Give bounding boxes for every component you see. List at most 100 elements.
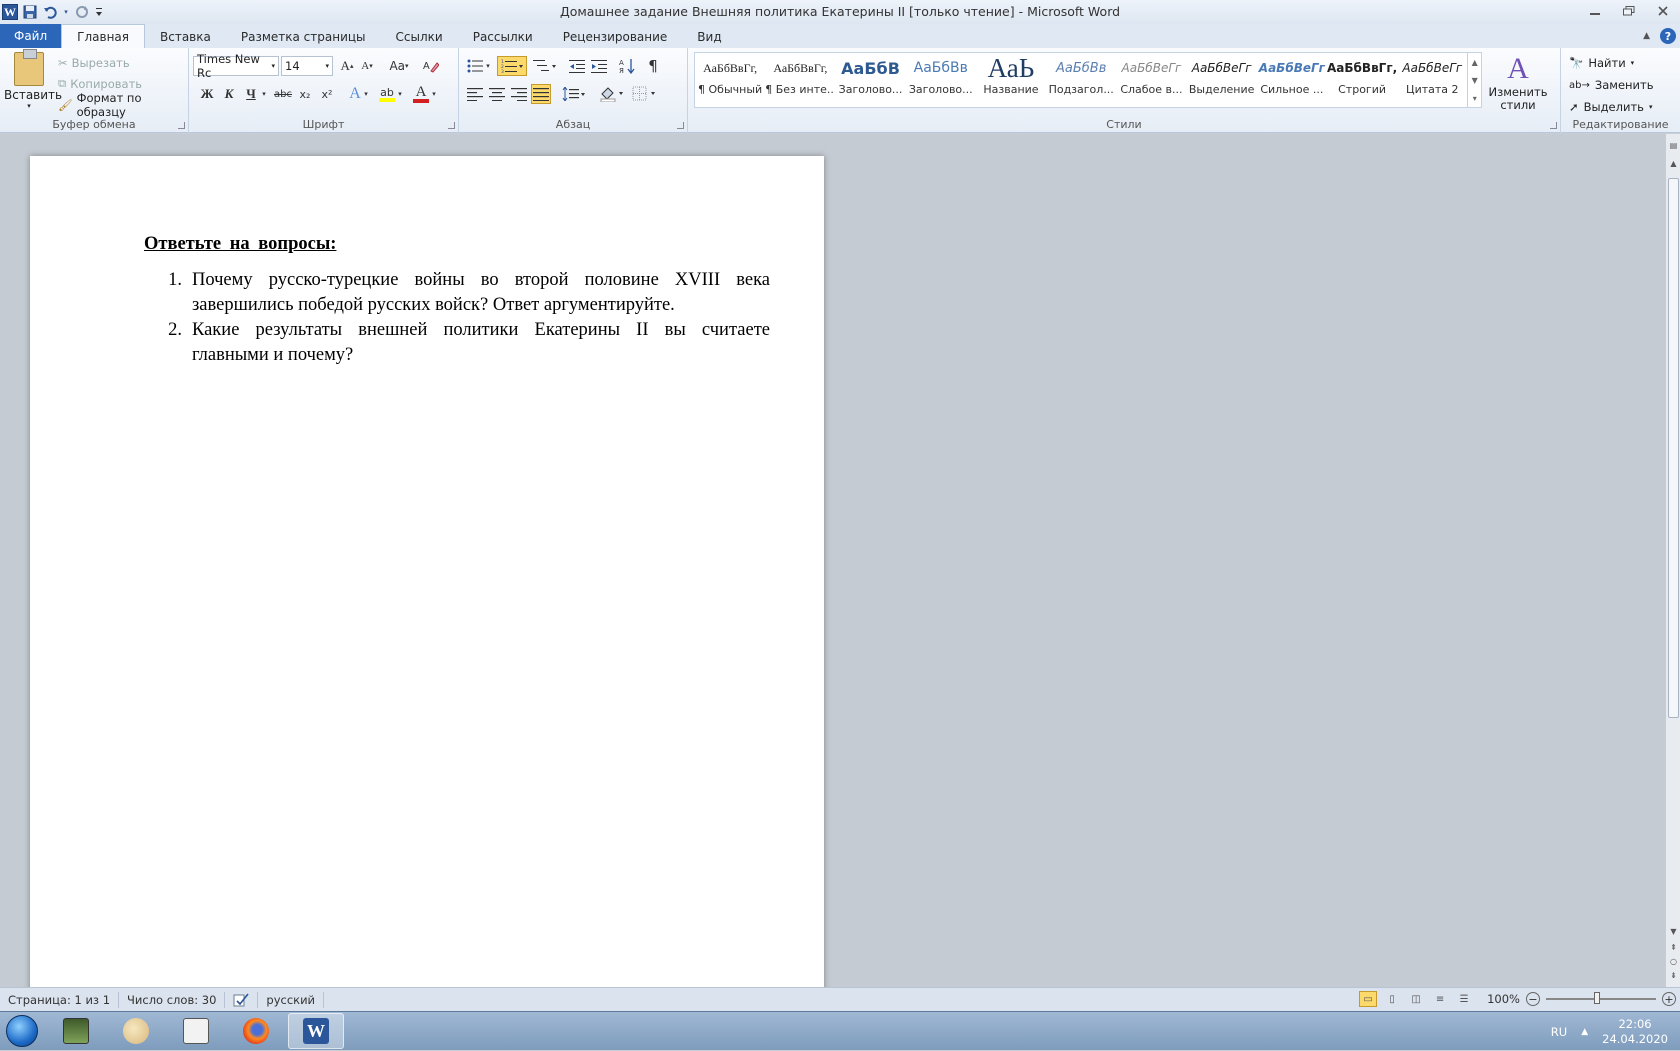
font-launcher-icon[interactable] bbox=[448, 122, 455, 129]
justify-icon[interactable] bbox=[531, 84, 551, 104]
line-spacing-icon[interactable] bbox=[561, 84, 587, 104]
strikethrough-button[interactable]: abc bbox=[273, 84, 293, 104]
bullets-dropdown-icon[interactable]: ▾ bbox=[483, 56, 493, 76]
save-icon[interactable] bbox=[22, 4, 38, 20]
browse-object-icon[interactable]: ○ bbox=[1666, 954, 1680, 968]
shrink-font-button[interactable]: A ▾ bbox=[357, 56, 377, 76]
highlight-dropdown-icon[interactable]: ▾ bbox=[395, 84, 405, 104]
document-page[interactable]: Ответьте на вопросы: 1. Почему русско-тур… bbox=[30, 156, 824, 987]
clear-formatting-icon[interactable]: A bbox=[421, 56, 441, 76]
word-logo-icon[interactable]: W bbox=[2, 4, 18, 20]
subscript-button[interactable]: x₂ bbox=[295, 84, 315, 104]
proofing-icon[interactable] bbox=[225, 991, 259, 1008]
minimize-icon[interactable] bbox=[1578, 0, 1612, 22]
vertical-scrollbar[interactable]: ▤ ▲ ▼ ⇞ ○ ⇟ bbox=[1665, 134, 1680, 987]
redo-icon[interactable] bbox=[74, 4, 90, 20]
clipboard-launcher-icon[interactable] bbox=[178, 122, 185, 129]
styles-scroll[interactable]: ▲ ▼ ▾ bbox=[1467, 53, 1481, 107]
font-size-select[interactable]: 14 ▾ bbox=[281, 56, 333, 76]
tab-view[interactable]: Вид bbox=[682, 25, 736, 48]
style-strong[interactable]: АаБбВвГг, Строгий bbox=[1327, 53, 1397, 107]
draft-icon[interactable]: ☰ bbox=[1455, 991, 1473, 1007]
next-page-icon[interactable]: ⇟ bbox=[1666, 968, 1680, 982]
scroll-up-icon[interactable]: ▲ bbox=[1666, 156, 1680, 170]
tab-file[interactable]: Файл bbox=[0, 24, 62, 48]
undo-dropdown-icon[interactable]: ▾ bbox=[62, 4, 70, 20]
style-subtitle[interactable]: АаБбВв Подзагол... bbox=[1046, 53, 1116, 107]
style-quote-2[interactable]: АаБбВеГг Цитата 2 bbox=[1397, 53, 1467, 107]
language-switcher[interactable]: RU bbox=[1551, 1025, 1567, 1039]
format-painter-button[interactable]: 🖌 Формат по образцу bbox=[58, 91, 188, 119]
find-button[interactable]: 🔭 Найти ▾ bbox=[1569, 52, 1654, 74]
style-heading-2[interactable]: АаБбВв Заголово... bbox=[906, 53, 976, 107]
select-button[interactable]: ➚ Выделить ▾ bbox=[1569, 96, 1654, 118]
font-name-select[interactable]: Times New Rc ▾ bbox=[193, 52, 279, 80]
paragraph-launcher-icon[interactable] bbox=[677, 122, 684, 129]
tab-insert[interactable]: Вставка bbox=[145, 25, 226, 48]
font-color-button[interactable]: A bbox=[411, 84, 431, 104]
help-icon[interactable]: ? bbox=[1660, 28, 1676, 44]
ruler-toggle-icon[interactable]: ▤ bbox=[1666, 138, 1680, 152]
chevron-down-icon[interactable]: ▼ bbox=[1472, 76, 1478, 85]
borders-icon[interactable] bbox=[631, 84, 657, 104]
font-color-dropdown-icon[interactable]: ▾ bbox=[429, 84, 439, 104]
bold-button[interactable]: Ж bbox=[197, 84, 217, 104]
zoom-slider-thumb[interactable] bbox=[1594, 992, 1600, 1004]
customize-toolbar-icon[interactable] bbox=[94, 4, 104, 20]
more-styles-icon[interactable]: ▾ bbox=[1473, 94, 1477, 103]
style-emphasis[interactable]: АаБбВеГг Выделение bbox=[1187, 53, 1257, 107]
zoom-out-button[interactable]: − bbox=[1526, 992, 1540, 1006]
bullets-icon[interactable] bbox=[465, 56, 485, 76]
underline-button[interactable]: Ч bbox=[241, 84, 261, 104]
numbering-button[interactable]: 123 bbox=[497, 56, 527, 76]
zoom-in-button[interactable]: + bbox=[1662, 992, 1676, 1006]
close-icon[interactable] bbox=[1646, 0, 1680, 22]
tab-references[interactable]: Ссылки bbox=[381, 25, 458, 48]
show-formatting-button[interactable]: ¶ bbox=[643, 56, 663, 76]
minimize-ribbon-icon[interactable]: ▲ bbox=[1643, 31, 1650, 41]
firefox-app-icon[interactable] bbox=[228, 1013, 284, 1049]
web-layout-icon[interactable]: ◫ bbox=[1407, 991, 1425, 1007]
tab-mailings[interactable]: Рассылки bbox=[458, 25, 548, 48]
word-count[interactable]: Число слов: 30 bbox=[119, 991, 226, 1008]
print-layout-icon[interactable]: ▭ bbox=[1359, 991, 1378, 1007]
previous-page-icon[interactable]: ⇞ bbox=[1666, 940, 1680, 954]
change-styles-button[interactable]: A Изменить стили bbox=[1488, 52, 1548, 112]
style-no-spacing[interactable]: АаБбВвГг, ¶ Без инте... bbox=[765, 53, 835, 107]
language-indicator[interactable]: русский bbox=[258, 991, 325, 1008]
undo-icon[interactable] bbox=[42, 4, 58, 20]
superscript-button[interactable]: x² bbox=[317, 84, 337, 104]
text-effects-dropdown-icon[interactable]: ▾ bbox=[361, 84, 371, 104]
replace-button[interactable]: ab→ Заменить bbox=[1569, 74, 1654, 96]
paint-app-icon[interactable] bbox=[108, 1013, 164, 1049]
tray-expand-icon[interactable]: ▲ bbox=[1581, 1027, 1588, 1037]
align-left-icon[interactable] bbox=[465, 84, 485, 104]
word-app-icon[interactable]: W bbox=[288, 1013, 344, 1049]
page-count[interactable]: Страница: 1 из 1 bbox=[0, 991, 120, 1008]
increase-indent-icon[interactable] bbox=[589, 56, 609, 76]
clock[interactable]: 22:06 24.04.2020 bbox=[1602, 1017, 1668, 1047]
grow-font-button[interactable]: A ▴ bbox=[337, 56, 357, 76]
sort-icon[interactable]: AЯ bbox=[617, 56, 637, 76]
zoom-slider[interactable] bbox=[1546, 992, 1656, 1004]
align-center-icon[interactable] bbox=[487, 84, 507, 104]
cut-button[interactable]: ✂ Вырезать bbox=[58, 52, 188, 73]
computer-app-icon[interactable] bbox=[48, 1013, 104, 1049]
change-case-button[interactable]: Aa ▾ bbox=[385, 56, 413, 76]
scroll-thumb[interactable] bbox=[1668, 178, 1679, 718]
underline-dropdown-icon[interactable]: ▾ bbox=[259, 84, 269, 104]
italic-button[interactable]: К bbox=[219, 84, 239, 104]
shading-icon[interactable] bbox=[599, 84, 625, 104]
style-subtle-emphasis[interactable]: АаБбВеГг Слабое в... bbox=[1116, 53, 1186, 107]
paste-button[interactable]: Вставить ▾ bbox=[4, 49, 62, 110]
start-button[interactable] bbox=[0, 1012, 44, 1050]
styles-launcher-icon[interactable] bbox=[1550, 122, 1557, 129]
full-screen-reading-icon[interactable]: ▯ bbox=[1383, 991, 1401, 1007]
style-heading-1[interactable]: АаБбВ Заголово... bbox=[835, 53, 905, 107]
zoom-level[interactable]: 100% bbox=[1487, 992, 1520, 1006]
align-right-icon[interactable] bbox=[509, 84, 529, 104]
restore-icon[interactable] bbox=[1612, 0, 1646, 22]
outline-icon[interactable]: ≡ bbox=[1431, 991, 1449, 1007]
scroll-down-icon[interactable]: ▼ bbox=[1666, 924, 1680, 938]
highlight-button[interactable]: ab bbox=[377, 84, 397, 104]
